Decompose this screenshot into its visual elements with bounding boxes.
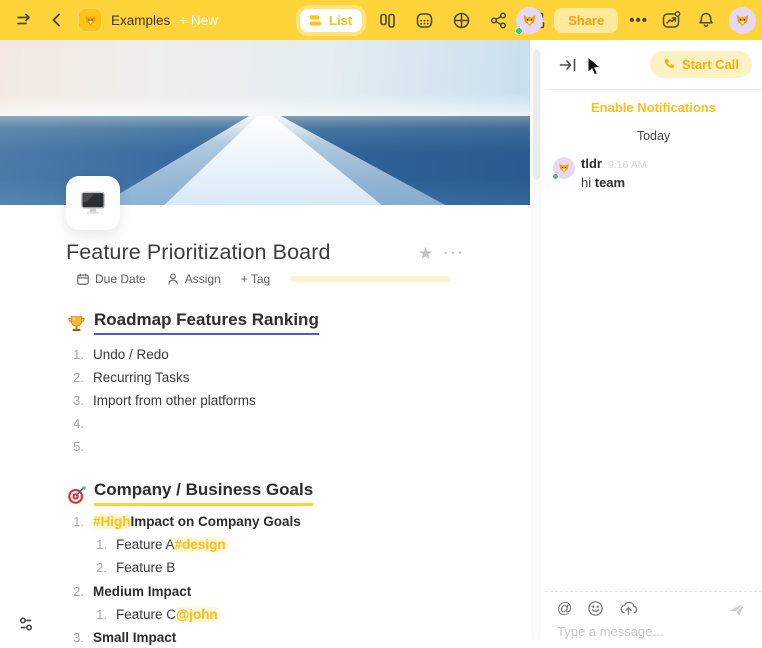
top-bar: Examples + New List [0, 0, 762, 40]
list-item[interactable]: 1. Feature C @john [89, 604, 218, 624]
more-menu-button[interactable]: ••• [629, 12, 648, 29]
activity-icon[interactable] [659, 8, 683, 32]
message-input[interactable] [557, 624, 737, 639]
title-more-icon[interactable]: ··· [443, 245, 465, 263]
phone-icon [663, 58, 676, 71]
list-item[interactable]: 1. Undo / Redo [66, 344, 169, 364]
message-avatar [553, 157, 575, 179]
list-item[interactable]: 2. Medium Impact [66, 581, 191, 601]
page-emoji-icon[interactable] [66, 176, 120, 230]
online-status-dot [552, 173, 559, 180]
heading-goals[interactable]: Company / Business Goals [66, 480, 313, 506]
cover-sky [0, 40, 530, 116]
calendar-icon [76, 272, 90, 286]
back-chevron-icon[interactable] [45, 8, 69, 32]
tag-high[interactable]: #High [93, 514, 131, 529]
message-timestamp: 9:16 AM [608, 159, 647, 171]
list-item[interactable]: 3. Import from other platforms [66, 390, 256, 410]
chat-header: Start Call [545, 40, 762, 90]
calendar-view-icon[interactable] [412, 8, 436, 32]
user-avatar[interactable] [516, 7, 543, 34]
message-author: tldr [581, 156, 602, 171]
list-item[interactable]: 1. #High Impact on Company Goals [66, 511, 301, 531]
list-item[interactable]: 1. Feature A #design [89, 534, 226, 554]
list-item[interactable]: 2. Feature B [89, 557, 175, 577]
view-tab-list-label: List [329, 13, 352, 28]
board-view-icon[interactable] [375, 8, 399, 32]
list-item[interactable]: 3. Small Impact [66, 627, 176, 647]
start-call-button[interactable]: Start Call [650, 51, 752, 78]
add-tag-button[interactable]: + Tag [241, 272, 270, 286]
list-item[interactable]: 4. [66, 413, 93, 433]
list-item[interactable]: 2. Recurring Tasks [66, 367, 190, 387]
send-icon[interactable] [728, 602, 746, 618]
document-area: Feature Prioritization Board ★ ··· Due D… [0, 40, 545, 648]
day-divider: Today [545, 129, 762, 143]
breadcrumb[interactable]: Examples [111, 13, 170, 28]
person-icon [166, 272, 180, 286]
heading-roadmap[interactable]: Roadmap Features Ranking [66, 310, 319, 335]
mindmap-view-icon[interactable] [449, 8, 473, 32]
member-avatar[interactable] [729, 7, 756, 34]
view-tab-list[interactable]: List [300, 9, 362, 32]
trophy-icon [66, 314, 87, 335]
target-icon [66, 485, 87, 506]
share-nodes-icon[interactable] [486, 8, 510, 32]
upload-icon[interactable] [619, 600, 638, 617]
new-button[interactable]: + New [179, 13, 218, 28]
meta-highlight [290, 276, 450, 282]
share-button[interactable]: Share [554, 8, 618, 33]
collapse-panel-icon[interactable] [558, 56, 578, 74]
main-scrollbar[interactable] [531, 46, 541, 641]
due-date-button[interactable]: Due Date [76, 272, 146, 286]
enable-notifications-link[interactable]: Enable Notifications [545, 100, 762, 115]
workspace-fox-icon[interactable] [78, 8, 102, 32]
star-icon[interactable]: ★ [418, 244, 433, 264]
sidebar-toggle-icon[interactable] [12, 8, 36, 32]
mention-john[interactable]: @john [176, 607, 218, 622]
emoji-icon[interactable] [587, 600, 604, 617]
scrollbar-thumb[interactable] [533, 50, 540, 180]
app-window: Examples + New List [0, 0, 762, 648]
list-item[interactable]: 5. [66, 436, 93, 456]
page-title[interactable]: Feature Prioritization Board [66, 240, 331, 265]
monitor-icon [78, 188, 108, 218]
message-composer: @ [545, 591, 762, 648]
notifications-bell-icon[interactable] [694, 8, 718, 32]
chat-message: tldr 9:16 AM hi team [545, 156, 762, 190]
filter-settings-icon[interactable] [15, 613, 37, 635]
online-status-dot [515, 27, 523, 35]
mouse-cursor [587, 56, 602, 78]
message-text: hi team [581, 175, 752, 190]
assign-button[interactable]: Assign [166, 272, 221, 286]
list-view-icon [308, 13, 323, 28]
mention-icon[interactable]: @ [557, 601, 572, 616]
chat-panel: Start Call Enable Notifications Today tl… [545, 40, 762, 648]
tag-design[interactable]: #design [175, 537, 226, 552]
